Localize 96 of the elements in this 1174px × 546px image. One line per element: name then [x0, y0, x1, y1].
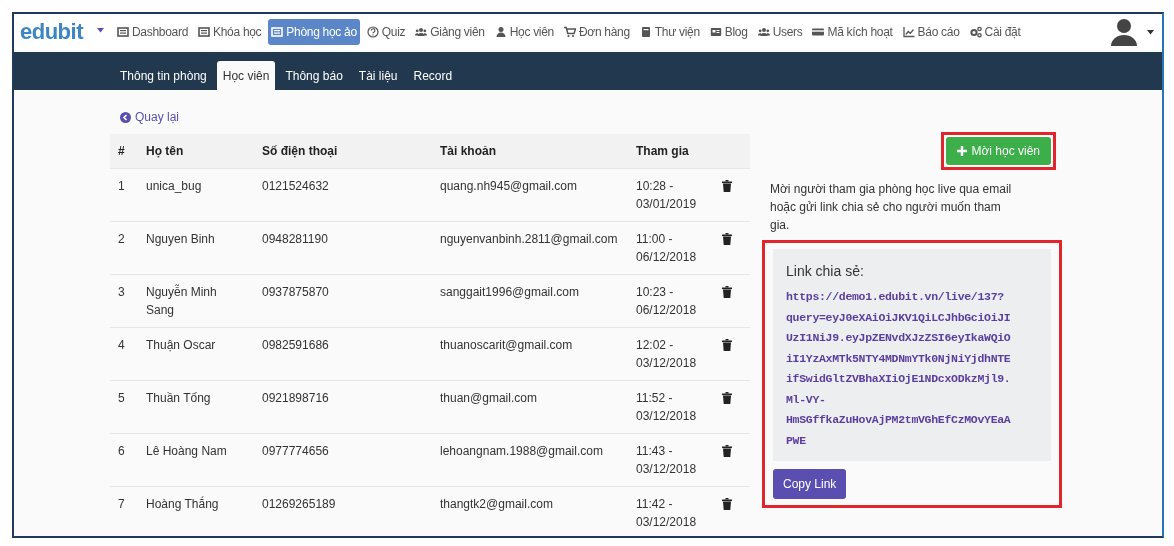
- invite-description: Mời người tham gia phòng học live qua email hoặc gửi link chia sẻ cho người muốn tham gia.: [770, 181, 1013, 234]
- table-cell: 0948281190: [254, 221, 432, 274]
- table-cell: 11:42 - 03/12/2018: [628, 486, 714, 536]
- column-header: #: [110, 133, 138, 168]
- table-cell: Hoàng Thắng: [138, 486, 254, 536]
- table-cell: 6: [110, 433, 138, 486]
- table-cell: lehoangnam.1988@gmail.com: [432, 433, 628, 486]
- table-cell: 10:23 - 06/12/2018: [628, 274, 714, 327]
- newspaper-icon: [709, 26, 722, 38]
- chart-icon: [902, 26, 915, 38]
- share-title: Link chia sẻ:: [786, 263, 865, 279]
- tab[interactable]: Record: [407, 61, 459, 90]
- table-icon: [117, 26, 129, 38]
- cart-icon: [563, 26, 576, 38]
- trash-icon: [722, 179, 732, 192]
- table-cell: 0982591686: [254, 327, 432, 380]
- column-header: Tham gia: [628, 133, 714, 168]
- trash-icon: [722, 232, 732, 245]
- column-header: Tài khoản: [432, 133, 628, 168]
- delete-button[interactable]: [722, 179, 732, 192]
- book-icon: [639, 26, 652, 38]
- table-cell: 12:02 - 03/12/2018: [628, 327, 714, 380]
- share-link[interactable]: https://demo1.edubit.vn/live/137? query=eyJ0eXAiOiJKV1QiLCJhbGciOiJI UzI1NiJ9.eyJpZENvdXJzZSI6eyIkaWQiO iI1YzAxMTk5NTY4MDNmYTk0NjNiYjdhNTE ifSwidGltZVBhaXIiOjE1NDcxODkzMjl9. Ml-VY- HmSGffkaZuHovAjPM2tmVGhEfCzMOvYEaA PWE: [786, 287, 1041, 451]
- nav-item[interactable]: Giảng viên: [412, 19, 488, 45]
- table-icon: [271, 26, 284, 38]
- trash-icon: [722, 338, 732, 351]
- nav-item[interactable]: Blog: [706, 19, 751, 45]
- table-cell: 11:00 - 06/12/2018: [628, 221, 714, 274]
- table-cell: 0121524632: [254, 168, 432, 221]
- table-cell: 0977774656: [254, 433, 432, 486]
- nav-item[interactable]: Cài đặt: [966, 19, 1024, 45]
- caret-icon: [1147, 29, 1154, 35]
- table-cell: 0921898716: [254, 380, 432, 433]
- nav-item[interactable]: Dashboard: [114, 19, 191, 45]
- table-cell: Nguyễn Minh Sang: [138, 274, 254, 327]
- table-cell: 3: [110, 274, 138, 327]
- table-cell: thangtk2@gmail.com: [432, 486, 628, 536]
- table-cell: unica_bug: [138, 168, 254, 221]
- copy-link-button[interactable]: Copy Link: [773, 469, 847, 499]
- users-icon: [415, 26, 428, 38]
- trash-icon: [722, 444, 732, 457]
- delete-button[interactable]: [722, 232, 732, 245]
- avatar-icon: [1111, 18, 1137, 46]
- table-cell: 11:52 - 03/12/2018: [628, 380, 714, 433]
- nav-item[interactable]: Học viên: [491, 19, 557, 45]
- column-header: Họ tên: [138, 133, 254, 168]
- delete-button[interactable]: [722, 338, 732, 351]
- users-icon: [757, 26, 770, 38]
- user-icon: [494, 26, 507, 38]
- back-link[interactable]: Quay lại: [120, 110, 180, 124]
- tab[interactable]: Thông báo: [279, 61, 349, 90]
- table-cell: 7: [110, 486, 138, 536]
- nav-item[interactable]: Đơn hàng: [560, 19, 633, 45]
- nav-item[interactable]: Thư viện: [636, 19, 703, 45]
- nav-item[interactable]: Phòng học ảo: [268, 19, 360, 45]
- nav-item[interactable]: Khóa học: [195, 19, 265, 45]
- table-cell: thuan@gmail.com: [432, 380, 628, 433]
- tab[interactable]: Học viên: [216, 61, 276, 90]
- column-header: Số điện thoại: [254, 133, 432, 168]
- table-cell: nguyenvanbinh.2811@gmail.com: [432, 221, 628, 274]
- plus-icon: [957, 146, 968, 156]
- table-cell: thuanoscarit@gmail.com: [432, 327, 628, 380]
- table-cell: 10:28 - 03/01/2019: [628, 168, 714, 221]
- back-icon: [120, 111, 131, 123]
- table-cell: 4: [110, 327, 138, 380]
- table-cell: quang.nh945@gmail.com: [432, 168, 628, 221]
- trash-icon: [722, 391, 732, 404]
- delete-button[interactable]: [722, 497, 732, 510]
- trash-icon: [722, 497, 732, 510]
- edubit-logo: edubit: [20, 19, 83, 45]
- table-cell: 1: [110, 168, 138, 221]
- delete-button[interactable]: [722, 391, 732, 404]
- delete-button[interactable]: [722, 285, 732, 298]
- delete-button[interactable]: [722, 444, 732, 457]
- nav-item[interactable]: Báo cáo: [899, 19, 963, 45]
- table-cell: 11:43 - 03/12/2018: [628, 433, 714, 486]
- table-cell: Lê Hoàng Nam: [138, 433, 254, 486]
- gears-icon: [969, 26, 982, 38]
- tab[interactable]: Thông tin phòng: [114, 61, 213, 90]
- help-icon: [366, 26, 379, 38]
- table-cell: Thuần Tống: [138, 380, 254, 433]
- table-cell: 2: [110, 221, 138, 274]
- card-icon: [812, 26, 825, 38]
- table-icon: [198, 26, 210, 38]
- tab[interactable]: Tài liệu: [352, 61, 404, 90]
- nav-item[interactable]: Quiz: [363, 19, 409, 45]
- table-cell: 5: [110, 380, 138, 433]
- trash-icon: [722, 285, 732, 298]
- table-cell: 0937875870: [254, 274, 432, 327]
- nav-item[interactable]: Users: [754, 19, 806, 45]
- table-cell: sanggait1996@gmail.com: [432, 274, 628, 327]
- table-cell: Thuận Oscar: [138, 327, 254, 380]
- nav-item[interactable]: Mã kích hoạt: [809, 19, 896, 45]
- caret-icon: [97, 27, 104, 33]
- table-cell: 01269265189: [254, 486, 432, 536]
- table-cell: Nguyen Binh: [138, 221, 254, 274]
